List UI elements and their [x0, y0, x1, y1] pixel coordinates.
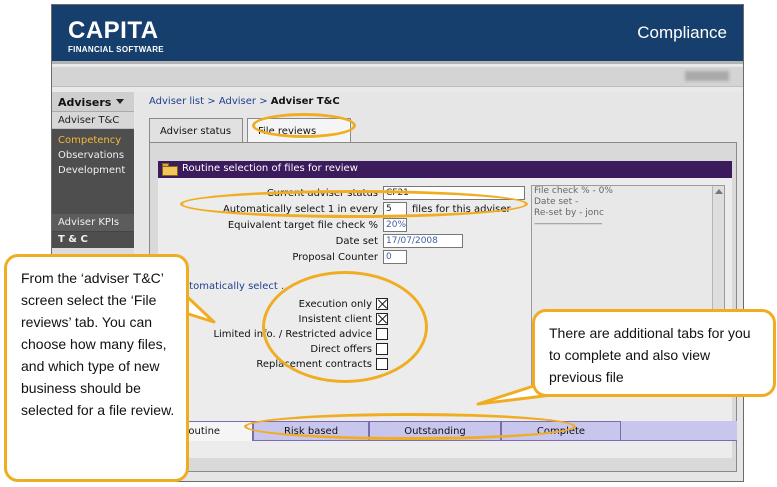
tab-file-reviews[interactable]: File reviews: [247, 118, 351, 143]
option-label: Execution only: [298, 299, 372, 310]
capita-logo: CAPITA: [68, 17, 159, 44]
option-label: Replacement contracts: [256, 359, 372, 370]
section-title: Routine selection of files for review: [182, 163, 358, 174]
current-status-label: Current adviser status: [266, 188, 378, 199]
chevron-down-icon: [116, 99, 124, 104]
row-auto-select: Automatically select 1 in every 5 files …: [158, 202, 528, 218]
auto-select-title: Automatically select ...: [176, 281, 291, 292]
tab-complete[interactable]: Complete: [501, 421, 621, 441]
sidebar-item-tc-section[interactable]: T & C: [52, 232, 134, 248]
sidebar-item-development[interactable]: Development: [58, 163, 128, 178]
option-label: Direct offers: [310, 344, 372, 355]
history-separator: ------------------------------: [534, 219, 602, 229]
app-title: Compliance: [637, 23, 727, 42]
section-header: Routine selection of files for review: [158, 161, 732, 178]
option-replacement-contracts: Replacement contracts: [158, 358, 394, 372]
breadcrumb-current: Adviser T&C: [270, 96, 340, 107]
row-current-status: Current adviser status CF21: [158, 186, 528, 202]
equiv-label: Equivalent target file check %: [227, 220, 378, 231]
limited-info-checkbox[interactable]: [376, 328, 388, 340]
user-name-blurred: [685, 71, 729, 81]
auto-select-suffix: files for this adviser: [412, 204, 511, 215]
sidebar-item-competency[interactable]: Competency: [58, 133, 128, 148]
sidebar-item-adviser-tc[interactable]: Adviser T&C: [52, 112, 134, 129]
history-file-check: File check % - 0%: [534, 186, 613, 196]
breadcrumb-adviser[interactable]: Adviser: [219, 96, 256, 107]
tab-strip-fill: [621, 421, 737, 441]
option-insistent-client: Insistent client: [158, 313, 394, 327]
sidebar-item-observations[interactable]: Observations: [58, 148, 128, 163]
direct-offers-checkbox[interactable]: [376, 343, 388, 355]
user-bar: [52, 67, 743, 87]
breadcrumb: Adviser list > Adviser > Adviser T&C: [149, 96, 340, 107]
proposal-counter-label: Proposal Counter: [292, 252, 378, 263]
tab-adviser-status[interactable]: Adviser status: [149, 118, 243, 142]
insistent-client-checkbox[interactable]: [376, 313, 388, 325]
option-limited-info: Limited info. / Restricted advice: [158, 328, 394, 342]
callout-file-reviews-instructions: From the ‘adviser T&C’ screen select the…: [4, 254, 189, 482]
current-status-field: CF21: [383, 186, 525, 200]
main-content: Adviser list > Adviser > Adviser T&C Adv…: [135, 92, 743, 481]
history-date-set: Date set -: [534, 197, 579, 207]
replacement-contracts-checkbox[interactable]: [376, 358, 388, 370]
option-execution-only: Execution only: [158, 298, 394, 312]
sidebar-item-adviser-kpis[interactable]: Adviser KPIs: [52, 214, 134, 232]
app-header: CAPITA FINANCIAL SOFTWARE Compliance: [52, 5, 743, 64]
breadcrumb-separator: >: [207, 96, 216, 107]
tab-risk-based[interactable]: Risk based: [253, 421, 369, 441]
breadcrumb-adviser-list[interactable]: Adviser list: [149, 96, 204, 107]
history-reset-by: Re-set by - jonc: [534, 208, 604, 218]
sidebar-advisers-menu[interactable]: Advisers: [52, 92, 134, 112]
execution-only-checkbox[interactable]: [376, 298, 388, 310]
row-equivalent: Equivalent target file check % 20%: [158, 218, 528, 234]
capita-logo-subtitle: FINANCIAL SOFTWARE: [68, 45, 164, 54]
auto-select-input[interactable]: 5: [383, 202, 407, 216]
proposal-counter-field: 0: [383, 250, 407, 264]
review-tab-strip: Routine Risk based Outstanding Complete: [149, 421, 737, 441]
sidebar-submenu: Competency Observations Development: [52, 129, 134, 184]
option-direct-offers: Direct offers: [158, 343, 394, 357]
callout-additional-tabs: There are additional tabs for you to com…: [532, 309, 776, 397]
folder-icon: [162, 163, 178, 176]
auto-select-label: Automatically select 1 in every: [222, 204, 378, 215]
sidebar-spacer: [52, 184, 134, 214]
tab-outstanding[interactable]: Outstanding: [369, 421, 501, 441]
scroll-up-icon[interactable]: [715, 189, 723, 194]
date-set-field[interactable]: 17/07/2008: [383, 234, 463, 248]
option-label: Insistent client: [298, 314, 372, 325]
breadcrumb-separator: >: [259, 96, 268, 107]
row-date-set: Date set 17/07/2008: [158, 234, 528, 250]
sidebar-advisers-label: Advisers: [58, 96, 112, 109]
date-set-label: Date set: [335, 236, 378, 247]
equiv-value: 20%: [383, 218, 407, 232]
row-proposal-counter: Proposal Counter 0: [158, 250, 528, 266]
option-label: Limited info. / Restricted advice: [213, 329, 372, 340]
